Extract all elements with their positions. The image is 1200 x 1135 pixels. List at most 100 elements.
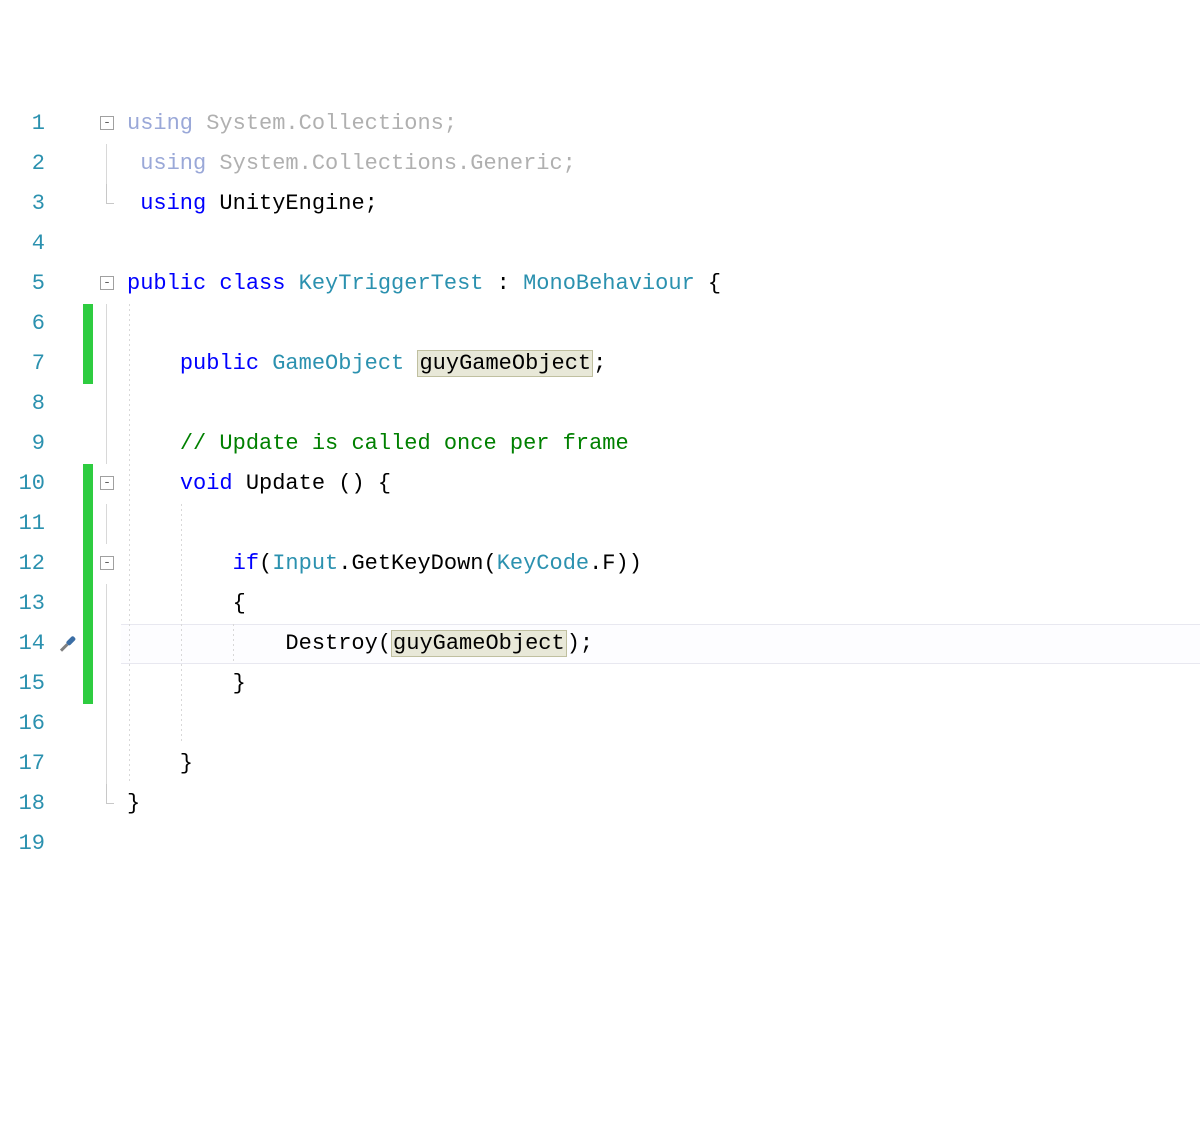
change-marker [83, 624, 93, 664]
fold-cell [93, 744, 121, 784]
code-line[interactable] [121, 304, 1200, 344]
code-token: { [695, 271, 721, 296]
fold-cell[interactable]: - [93, 104, 121, 144]
code-area[interactable]: using System.Collections; using System.C… [121, 100, 1200, 1010]
code-token: // Update is called once per frame [180, 431, 629, 456]
code-line[interactable]: void Update () { [121, 464, 1200, 504]
quick-actions-icon[interactable] [53, 630, 81, 658]
margin-icon-cell [55, 744, 83, 784]
code-token: KeyCode [497, 551, 589, 576]
fold-toggle-icon[interactable]: - [100, 476, 114, 490]
fold-toggle-icon[interactable]: - [100, 556, 114, 570]
code-token: ( [259, 551, 272, 576]
line-number: 9 [0, 424, 45, 464]
code-token [285, 271, 298, 296]
fold-toggle-icon[interactable]: - [100, 276, 114, 290]
indent-guide [181, 624, 182, 664]
code-token: .F)) [589, 551, 642, 576]
fold-cell[interactable]: - [93, 464, 121, 504]
code-line[interactable]: using System.Collections.Generic; [121, 144, 1200, 184]
code-line[interactable]: using System.Collections; [121, 104, 1200, 144]
code-line[interactable]: using UnityEngine; [121, 184, 1200, 224]
indent-guide [181, 704, 182, 744]
line-number: 18 [0, 784, 45, 824]
indent-guide [129, 504, 130, 544]
fold-cell [93, 704, 121, 744]
fold-cell [93, 624, 121, 664]
line-number-gutter: 12345678910111213141516171819 [0, 100, 55, 1010]
code-token [206, 271, 219, 296]
code-token: class [219, 271, 285, 296]
margin-icon-cell [55, 624, 83, 664]
code-line[interactable] [121, 824, 1200, 864]
code-line[interactable] [121, 384, 1200, 424]
indent-guide [181, 544, 182, 584]
margin-icon-cell [55, 824, 83, 864]
code-line[interactable]: public class KeyTriggerTest : MonoBehavi… [121, 264, 1200, 304]
code-line[interactable]: // Update is called once per frame [121, 424, 1200, 464]
code-line[interactable]: Destroy(guyGameObject); [121, 624, 1200, 664]
code-line[interactable]: if(Input.GetKeyDown(KeyCode.F)) [121, 544, 1200, 584]
indent-guide [181, 664, 182, 704]
code-token: void [180, 471, 233, 496]
line-number: 1 [0, 104, 45, 144]
line-number: 12 [0, 544, 45, 584]
change-marker [83, 264, 93, 304]
margin-icon-cell [55, 304, 83, 344]
line-number: 11 [0, 504, 45, 544]
change-marker [83, 344, 93, 384]
fold-toggle-icon[interactable]: - [100, 116, 114, 130]
indent-guide [181, 504, 182, 544]
margin-icon-cell [55, 384, 83, 424]
margin-icon-cell [55, 544, 83, 584]
change-marker [83, 384, 93, 424]
fold-cell [93, 224, 121, 264]
line-number: 16 [0, 704, 45, 744]
code-line[interactable]: } [121, 744, 1200, 784]
code-token: Update () { [233, 471, 391, 496]
indent-guide [129, 544, 130, 584]
change-marker [83, 464, 93, 504]
code-line[interactable]: } [121, 784, 1200, 824]
code-line[interactable] [121, 504, 1200, 544]
code-line[interactable] [121, 704, 1200, 744]
code-token: System.Collections; [193, 111, 457, 136]
code-line[interactable]: { [121, 584, 1200, 624]
code-line[interactable]: public GameObject guyGameObject; [121, 344, 1200, 384]
code-token: KeyTriggerTest [299, 271, 484, 296]
code-token: } [127, 791, 140, 816]
code-token: UnityEngine; [206, 191, 378, 216]
line-number: 2 [0, 144, 45, 184]
code-token: using [127, 111, 193, 136]
fold-cell[interactable]: - [93, 544, 121, 584]
fold-cell [93, 664, 121, 704]
code-line[interactable] [121, 224, 1200, 264]
fold-cell [93, 304, 121, 344]
code-token [127, 431, 180, 456]
change-marker [83, 144, 93, 184]
code-folding-column[interactable]: - - - - [93, 100, 121, 1010]
code-token: Destroy( [127, 631, 391, 656]
margin-icon-cell [55, 704, 83, 744]
line-number: 14 [0, 624, 45, 664]
margin-icon-cell [55, 424, 83, 464]
indent-guide [129, 584, 130, 624]
change-marker [83, 544, 93, 584]
code-line[interactable]: } [121, 664, 1200, 704]
line-number: 19 [0, 824, 45, 864]
code-token [127, 471, 180, 496]
change-marker [83, 304, 93, 344]
code-token: ); [567, 631, 593, 656]
line-number: 6 [0, 304, 45, 344]
fold-cell [93, 344, 121, 384]
code-token: : [483, 271, 523, 296]
change-marker [83, 704, 93, 744]
indent-guide [129, 464, 130, 504]
fold-cell [93, 424, 121, 464]
change-marker [83, 824, 93, 864]
change-marker [83, 224, 93, 264]
margin-icon-column [55, 100, 83, 1010]
code-token: } [127, 671, 246, 696]
code-editor: 12345678910111213141516171819 ---- using… [0, 100, 1200, 1010]
fold-cell[interactable]: - [93, 264, 121, 304]
